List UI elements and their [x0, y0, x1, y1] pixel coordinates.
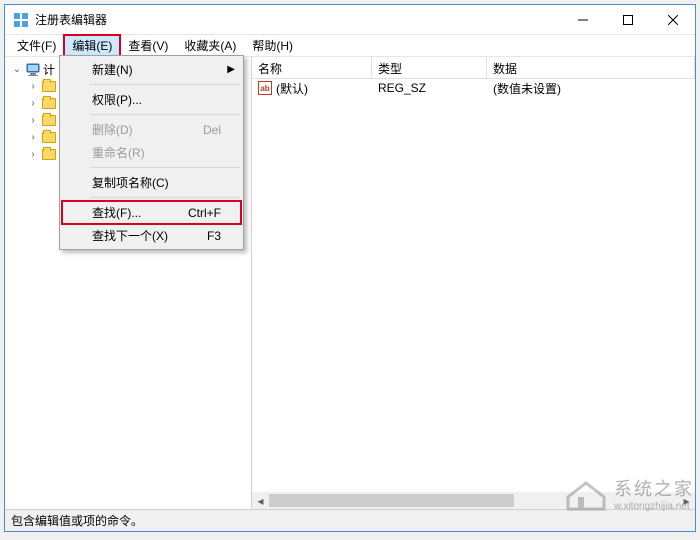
menu-rename-label: 重命名(R) [92, 144, 145, 161]
menu-favorites[interactable]: 收藏夹(A) [176, 35, 244, 56]
menu-view[interactable]: 查看(V) [120, 35, 176, 56]
menubar: 文件(F) 编辑(E) 查看(V) 收藏夹(A) 帮助(H) [5, 35, 695, 57]
window-title: 注册表编辑器 [35, 11, 560, 28]
expander-icon[interactable]: › [25, 98, 41, 109]
close-button[interactable] [650, 5, 695, 35]
menu-file[interactable]: 文件(F) [9, 35, 64, 56]
window-controls [560, 5, 695, 35]
list-body[interactable]: ab (默认) REG_SZ(数值未设置) [252, 79, 695, 492]
minimize-button[interactable] [560, 5, 605, 35]
menu-delete[interactable]: 删除(D) Del [62, 118, 241, 141]
reg-string-icon: ab [258, 81, 272, 95]
column-header-type[interactable]: 类型 [372, 57, 487, 78]
expander-icon[interactable]: › [25, 81, 41, 92]
watermark: 系统之家 w.xitongzhijia.net [564, 475, 694, 512]
menu-separator [90, 114, 240, 115]
watermark-name: 系统之家 [614, 479, 694, 499]
folder-icon [41, 79, 57, 95]
menu-find-next-shortcut: F3 [207, 229, 221, 243]
cell-data: (数值未设置) [487, 80, 695, 97]
menu-find-label: 查找(F)... [92, 204, 141, 221]
menu-rename[interactable]: 重命名(R) [62, 141, 241, 164]
menu-new[interactable]: 新建(N) ▶ [62, 58, 241, 81]
cell-name-text: (默认) [276, 80, 308, 97]
folder-icon [41, 130, 57, 146]
app-icon [13, 12, 29, 28]
menu-copy-key-name[interactable]: 复制项名称(C) [62, 171, 241, 194]
menu-delete-label: 删除(D) [92, 121, 133, 138]
expander-icon[interactable]: ⌄ [9, 64, 25, 75]
maximize-button[interactable] [605, 5, 650, 35]
menu-separator [90, 197, 240, 198]
watermark-text: 系统之家 w.xitongzhijia.net [614, 475, 694, 512]
computer-icon [25, 62, 41, 78]
menu-find-next[interactable]: 查找下一个(X) F3 [62, 224, 241, 247]
menu-edit[interactable]: 编辑(E) [64, 35, 120, 56]
column-header-data[interactable]: 数据 [487, 57, 695, 78]
watermark-logo-icon [564, 477, 608, 511]
expander-icon[interactable]: › [25, 115, 41, 126]
folder-icon [41, 96, 57, 112]
watermark-url: w.xitongzhijia.net [614, 501, 694, 512]
submenu-arrow-icon: ▶ [227, 64, 235, 75]
tree-root-label: 计 [43, 61, 55, 78]
cell-name: ab (默认) [252, 80, 372, 97]
menu-help[interactable]: 帮助(H) [244, 35, 301, 56]
statusbar: 包含编辑值或项的命令。 [5, 509, 695, 531]
titlebar: 注册表编辑器 [5, 5, 695, 35]
menu-permissions-label: 权限(P)... [92, 91, 142, 108]
scroll-left-icon[interactable]: ◂ [252, 492, 269, 509]
folder-icon [41, 113, 57, 129]
edit-menu-dropdown: 新建(N) ▶ 权限(P)... 删除(D) Del 重命名(R) 复制项名称(… [59, 55, 244, 250]
menu-separator [90, 167, 240, 168]
list-header: 名称 类型 数据 [252, 57, 695, 79]
cell-type: REG_SZ [372, 81, 487, 95]
expander-icon[interactable]: › [25, 149, 41, 160]
list-row[interactable]: ab (默认) REG_SZ(数值未设置) [252, 79, 695, 97]
menu-separator [90, 84, 240, 85]
menu-permissions[interactable]: 权限(P)... [62, 88, 241, 111]
statusbar-text: 包含编辑值或项的命令。 [11, 512, 143, 529]
column-header-name[interactable]: 名称 [252, 57, 372, 78]
menu-find-shortcut: Ctrl+F [188, 206, 221, 220]
menu-delete-shortcut: Del [203, 123, 221, 137]
list-pane: 名称 类型 数据 ab(默认)REG_SZ(数值未设置) ◂ ▸ [252, 57, 695, 509]
menu-copy-key-name-label: 复制项名称(C) [92, 174, 169, 191]
expander-icon[interactable]: › [25, 132, 41, 143]
folder-icon [41, 147, 57, 163]
menu-new-label: 新建(N) [92, 61, 133, 78]
menu-find-next-label: 查找下一个(X) [92, 227, 168, 244]
menu-find[interactable]: 查找(F)... Ctrl+F [62, 201, 241, 224]
scroll-thumb[interactable] [269, 494, 514, 507]
